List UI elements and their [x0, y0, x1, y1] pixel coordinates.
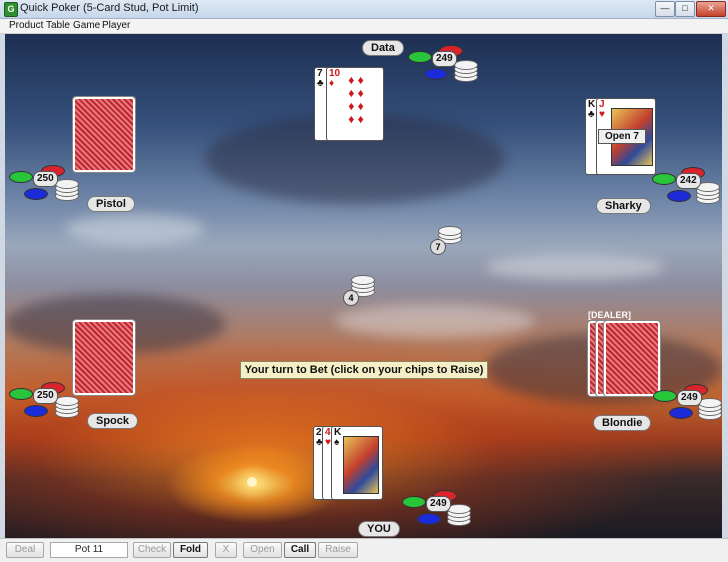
player-name-spock: Spock — [87, 413, 139, 429]
deal-button[interactable]: Deal — [6, 542, 44, 558]
chip-count-blondie: 249 — [677, 390, 702, 406]
card-suit: ♦ — [329, 78, 335, 89]
menu-table[interactable]: Table — [46, 20, 70, 31]
bet-amount-sharky: 7 — [430, 239, 446, 255]
diamond-pips-icon: ♦ ♦ ♦ ♦ ♦ ♦ ♦ ♦ — [348, 73, 364, 126]
player-name-data: Data — [362, 40, 404, 56]
title-bar: G Quick Poker (5-Card Stud, Pot Limit) —… — [0, 0, 728, 19]
check-button[interactable]: Check — [133, 542, 171, 558]
cloud — [65, 214, 205, 244]
chip-stack[interactable] — [454, 60, 478, 82]
playing-card[interactable]: K ♠ — [331, 426, 383, 500]
raise-button[interactable]: Raise — [318, 542, 358, 558]
hand-note-sharky: Open 7 — [598, 129, 646, 144]
close-icon[interactable]: ✕ — [696, 1, 726, 17]
chip-count-you: 249 — [426, 496, 451, 512]
chip-blue[interactable] — [24, 405, 48, 417]
chip-green[interactable] — [402, 496, 426, 508]
card-back — [72, 96, 136, 173]
card-suit: ♣ — [588, 109, 595, 120]
card-suit: ♠ — [334, 437, 340, 448]
chip-count-pistol: 250 — [33, 171, 58, 187]
action-toolbar: Deal Pot 11 Check Fold X Open Call Raise — [0, 538, 728, 562]
chip-stack[interactable] — [55, 179, 79, 201]
chip-green[interactable] — [652, 173, 676, 185]
chip-stack[interactable] — [55, 396, 79, 418]
player-name-pistol: Pistol — [87, 196, 135, 212]
chip-blue[interactable] — [424, 68, 448, 80]
fold-button[interactable]: Fold — [173, 542, 208, 558]
cloud — [485, 254, 665, 280]
sun — [247, 477, 257, 487]
player-name-you: YOU — [358, 521, 400, 537]
card-back — [72, 319, 136, 396]
playing-card[interactable]: 10 ♦ ♦ ♦ ♦ ♦ ♦ ♦ ♦ ♦ — [326, 67, 384, 141]
chip-count-data: 249 — [432, 51, 457, 67]
chip-green[interactable] — [9, 388, 33, 400]
dealer-tag: [DEALER] — [588, 310, 631, 320]
chip-count-spock: 250 — [33, 388, 58, 404]
cloud — [335, 304, 535, 338]
call-button[interactable]: Call — [284, 542, 316, 558]
chip-green[interactable] — [653, 390, 677, 402]
chip-green[interactable] — [408, 51, 432, 63]
player-name-blondie: Blondie — [593, 415, 652, 431]
card-suit: ♥ — [599, 109, 605, 120]
chip-blue[interactable] — [669, 407, 693, 419]
open-button[interactable]: Open — [243, 542, 282, 558]
minimize-icon[interactable]: — — [655, 1, 675, 17]
menu-game[interactable]: Game — [73, 20, 100, 31]
chip-blue[interactable] — [24, 188, 48, 200]
card-back — [603, 320, 661, 397]
pot-display: Pot 11 — [50, 542, 128, 558]
chip-blue[interactable] — [667, 190, 691, 202]
king-face-icon — [343, 436, 379, 494]
bet-amount-center: 4 — [343, 290, 359, 306]
chip-green[interactable] — [9, 171, 33, 183]
menu-product[interactable]: Product — [9, 20, 43, 31]
chip-blue[interactable] — [417, 513, 441, 525]
maximize-icon[interactable]: □ — [675, 1, 695, 17]
window-title: Quick Poker (5-Card Stud, Pot Limit) — [20, 2, 199, 14]
player-name-sharky: Sharky — [596, 198, 651, 214]
app-icon: G — [4, 2, 18, 17]
x-button[interactable]: X — [215, 542, 237, 558]
card-suit: ♣ — [317, 78, 324, 89]
menu-player[interactable]: Player — [102, 20, 130, 31]
menu-bar: Product Table Game Player — [0, 19, 728, 34]
poker-table: Data 7 ♣ 10 ♦ ♦ ♦ ♦ ♦ ♦ ♦ ♦ ♦ 249 250 Pisto… — [5, 34, 722, 538]
turn-prompt: Your turn to Bet (click on your chips to… — [240, 361, 488, 379]
chip-count-sharky: 242 — [676, 173, 701, 189]
